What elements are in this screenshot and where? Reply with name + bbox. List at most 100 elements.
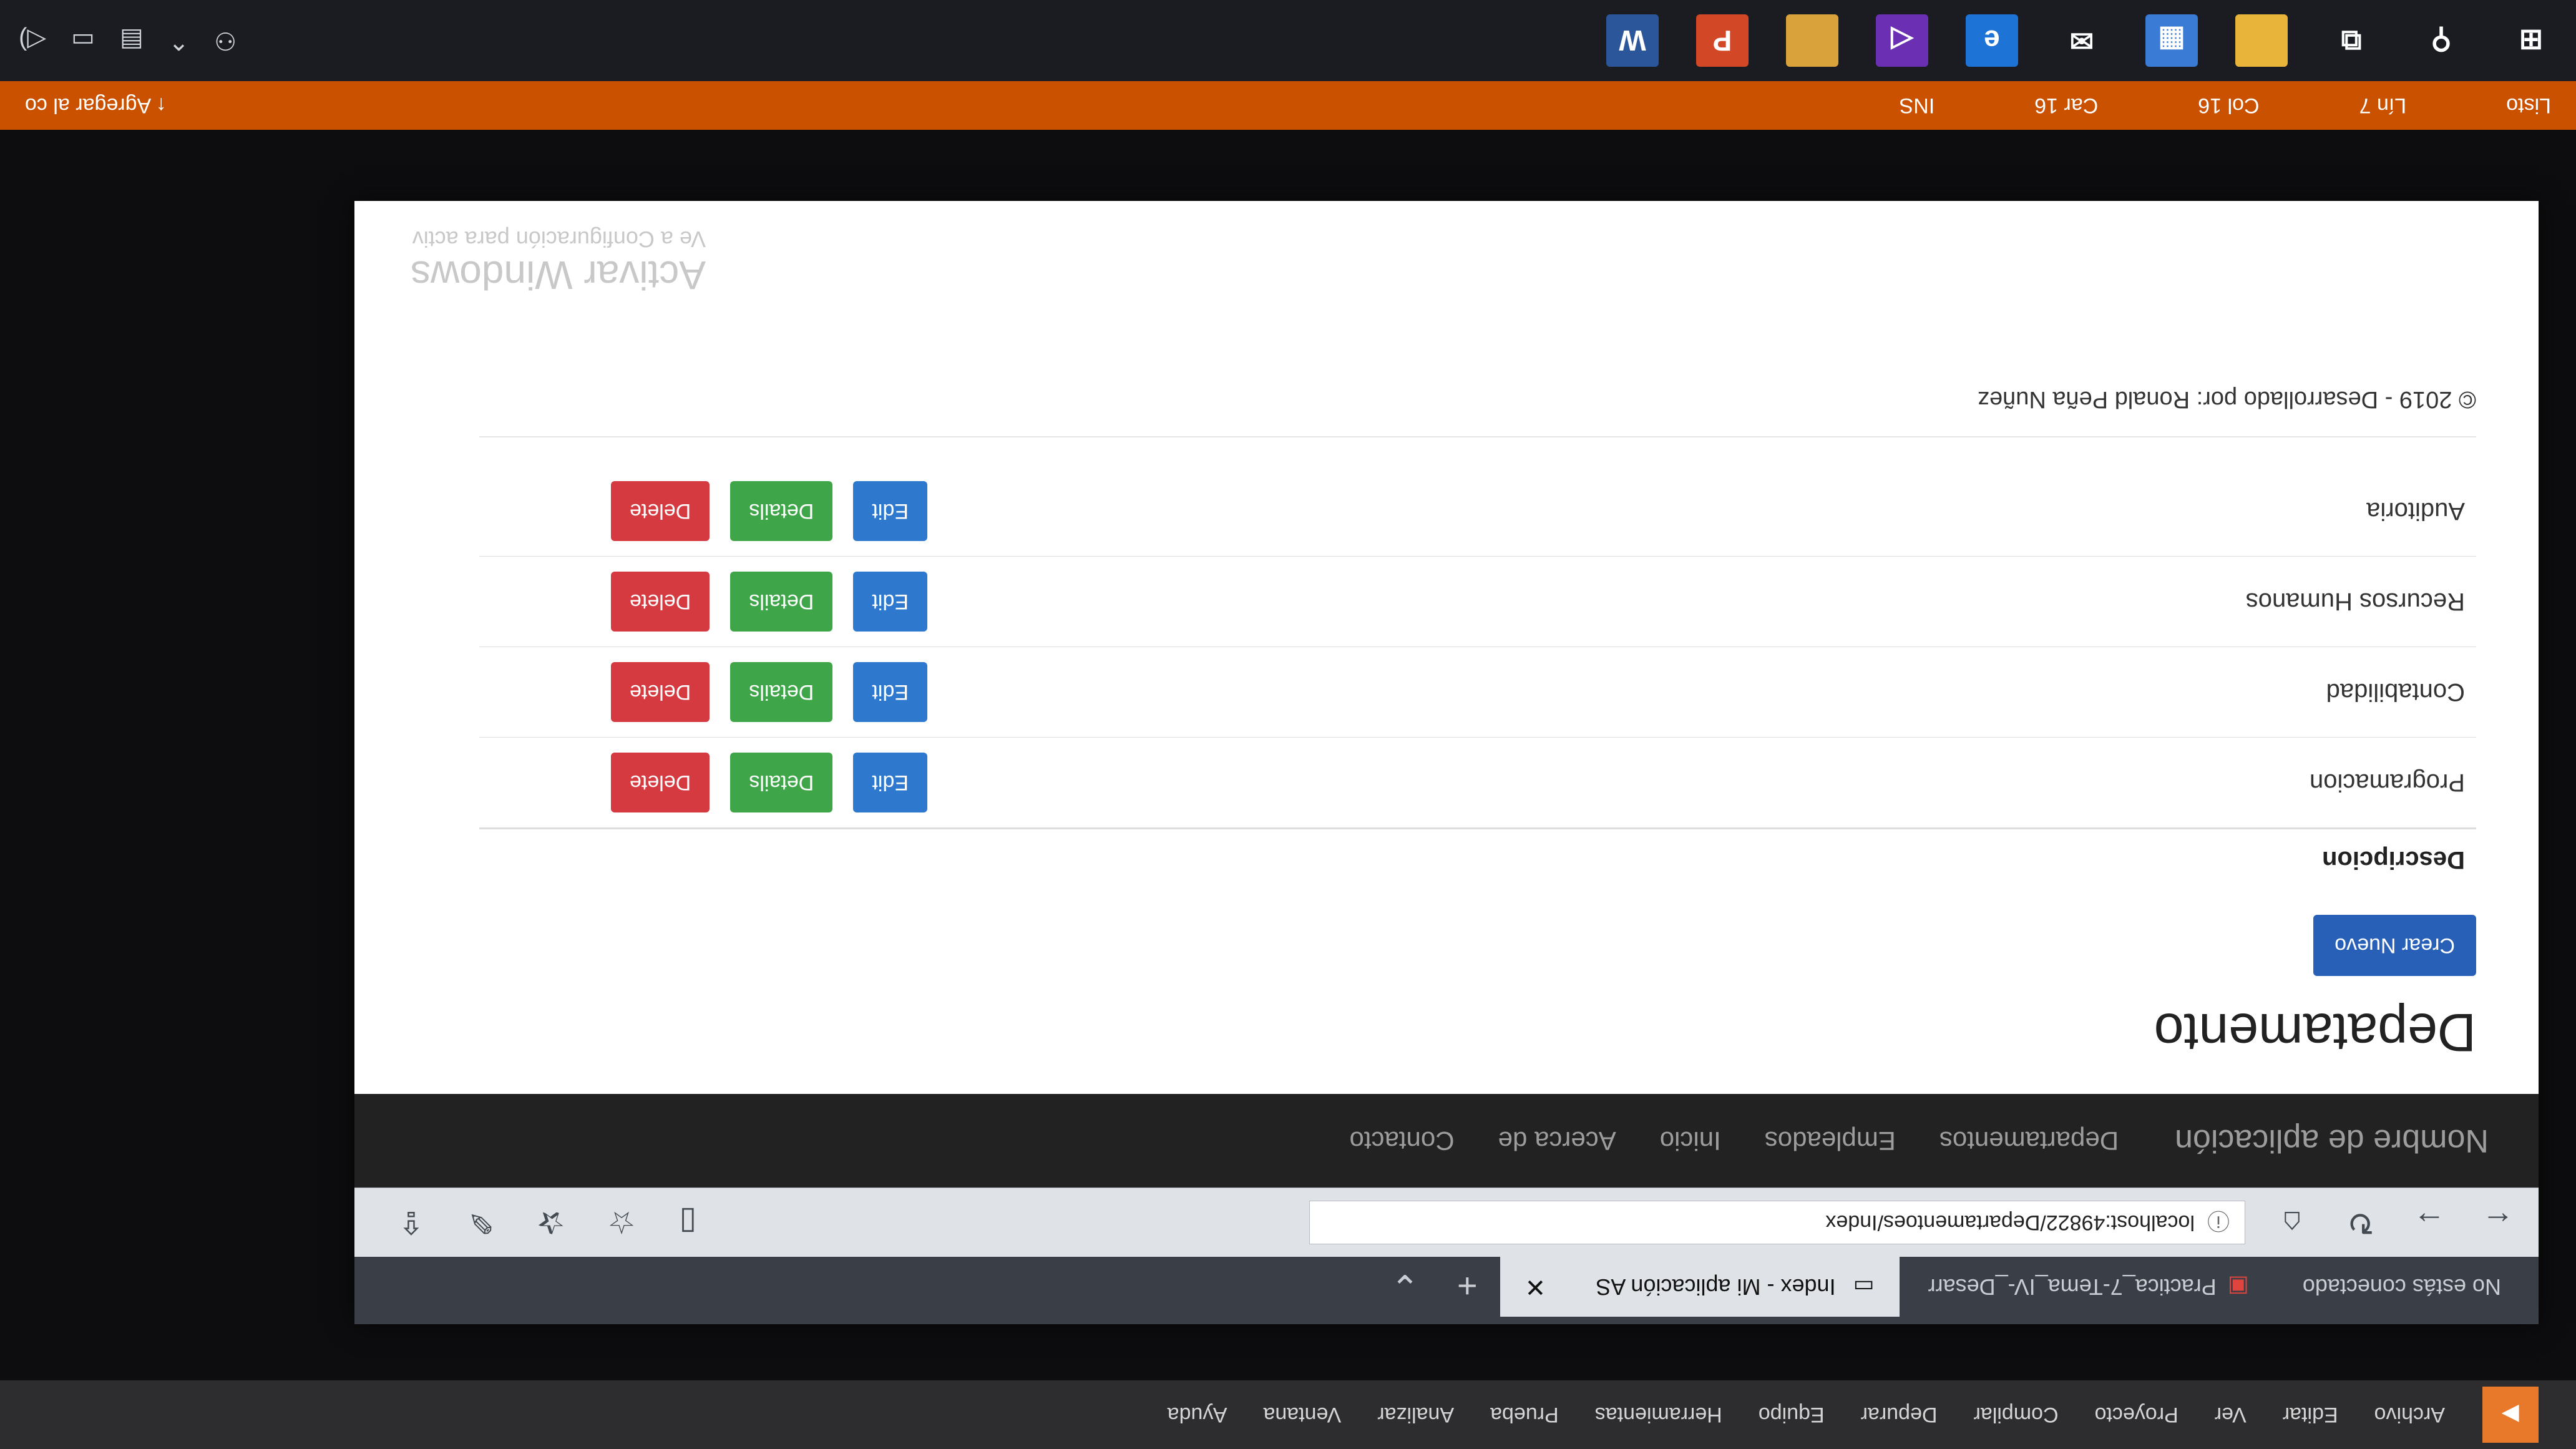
store-icon[interactable]: ▦ <box>2145 14 2198 67</box>
details-button[interactable]: Details <box>730 753 833 812</box>
rotated-photo: ▶ Archivo Editar Ver Proyecto Compilar D… <box>0 0 2576 1449</box>
site-brand-link[interactable]: Nombre de aplicación <box>2175 1122 2489 1159</box>
forward-arrow-icon[interactable]: → <box>2408 1204 2451 1241</box>
people-icon[interactable]: ⚇ <box>214 26 237 55</box>
watermark-subtitle: Ve a Configuración para activ <box>412 227 706 252</box>
edit-button[interactable]: Edit <box>853 481 927 541</box>
cell-descripcion: Auditoria <box>939 466 2476 557</box>
nav-link-acerca-de[interactable]: Acerca de <box>1498 1126 1616 1156</box>
edit-button[interactable]: Edit <box>853 662 927 722</box>
menu-item-editar[interactable]: Editar <box>2283 1403 2338 1427</box>
tab-not-connected[interactable]: No estás conectado <box>2278 1257 2526 1317</box>
back-arrow-icon[interactable]: ← <box>2476 1204 2520 1241</box>
details-button[interactable]: Details <box>730 662 833 722</box>
edit-button[interactable]: Edit <box>853 753 927 812</box>
menu-item-archivo[interactable]: Archivo <box>2374 1403 2445 1427</box>
address-url: localhost:49822/Departamentoes/Index <box>1825 1211 2195 1235</box>
tab-index[interactable]: ▭ Index - Mi aplicación AS ✕ <box>1500 1257 1900 1317</box>
source-control-label: Agregar al co <box>25 94 152 118</box>
menu-item-analizar[interactable]: Analizar <box>1377 1403 1454 1427</box>
page-content: Depatamento Crear Nuevo Descripcion Prog… <box>354 386 2539 1094</box>
chevron-down-icon[interactable]: ⌄ <box>1372 1257 1438 1317</box>
nav-link-contacto[interactable]: Contacto <box>1350 1126 1455 1156</box>
word-icon[interactable]: W <box>1606 14 1659 67</box>
nav-link-departamentos[interactable]: Departamentos <box>1939 1126 2119 1156</box>
windows-taskbar: ⊞ ⚲ ⧉ ▦ ✉ e ◁ P W ⚇ ⌃ ▤ ▭ ◁) <box>0 0 2576 81</box>
vs-status-bar: Listo Lín 7 Col 16 Car 16 INS ↑ Agregar … <box>0 81 2576 130</box>
delete-button[interactable]: Delete <box>610 481 710 541</box>
status-col: Col 16 <box>2198 94 2260 118</box>
windows-start-icon[interactable]: ⊞ <box>2505 14 2557 67</box>
table-row: Auditoria Edit Details Delete <box>479 466 2476 557</box>
footer-divider <box>479 436 2476 437</box>
tab-label: Index - Mi aplicación AS <box>1596 1274 1836 1300</box>
chevron-up-icon[interactable]: ⌃ <box>168 26 190 55</box>
nav-link-empleados[interactable]: Empleados <box>1765 1126 1896 1156</box>
delete-button[interactable]: Delete <box>610 662 710 722</box>
battery-icon[interactable]: ▭ <box>71 26 95 55</box>
close-tab-icon[interactable]: ✕ <box>1525 1272 1546 1301</box>
edge-icon[interactable]: e <box>1966 14 2018 67</box>
powerpoint-icon[interactable]: P <box>1696 14 1749 67</box>
address-bar[interactable]: ⓘ localhost:49822/Departamentoes/Index <box>1309 1201 2245 1244</box>
menu-item-compilar[interactable]: Compilar <box>1974 1403 2059 1427</box>
tab-label: Practica_7-Tema_IV-_Desarr <box>1928 1274 2217 1300</box>
cell-descripcion: Programacion <box>939 737 2476 829</box>
menu-item-proyecto[interactable]: Proyecto <box>2095 1403 2178 1427</box>
home-icon[interactable]: ⌂ <box>2270 1204 2314 1241</box>
delete-button[interactable]: Delete <box>610 572 710 632</box>
browser-tabstrip: No estás conectado ▣ Practica_7-Tema_IV-… <box>354 1257 2539 1324</box>
menu-item-prueba[interactable]: Prueba <box>1490 1403 1559 1427</box>
vs-menubar: ▶ Archivo Editar Ver Proyecto Compilar D… <box>0 1380 2576 1449</box>
menu-item-equipo[interactable]: Equipo <box>1759 1403 1825 1427</box>
new-tab-icon[interactable]: + <box>1438 1257 1496 1317</box>
system-tray: ⚇ ⌃ ▤ ▭ ◁) <box>19 26 237 55</box>
edit-button[interactable]: Edit <box>853 572 927 632</box>
search-icon[interactable]: ⚲ <box>2415 14 2467 67</box>
task-view-icon[interactable]: ⧉ <box>2325 14 2378 67</box>
page-title: Depatamento <box>2154 1002 2476 1062</box>
footer-text: © 2019 - Desarrollado por: Ronald Peña N… <box>1977 386 2476 412</box>
pen-icon[interactable]: ✎ <box>468 1204 494 1241</box>
details-button[interactable]: Details <box>730 572 833 632</box>
column-header-descripcion: Descripcion <box>939 828 2476 890</box>
table-row: Recursos Humanos Edit Details Delete <box>479 556 2476 647</box>
menu-item-ver[interactable]: Ver <box>2215 1403 2247 1427</box>
folder-icon[interactable] <box>1786 14 1838 67</box>
table-row: Contabilidad Edit Details Delete <box>479 646 2476 738</box>
cell-descripcion: Recursos Humanos <box>939 556 2476 647</box>
menu-item-ayuda[interactable]: Ayuda <box>1168 1403 1227 1427</box>
favorites-list-icon[interactable]: ✰ <box>538 1204 564 1241</box>
visual-studio-icon[interactable]: ◁ <box>1876 14 1928 67</box>
browser-toolbar: ← → ↻ ⌂ ⓘ localhost:49822/Departamentoes… <box>354 1188 2539 1257</box>
details-button[interactable]: Details <box>730 481 833 541</box>
watermark-title: Activar Windows <box>411 253 706 298</box>
menu-item-herramientas[interactable]: Herramientas <box>1595 1403 1722 1427</box>
file-explorer-icon[interactable] <box>2235 14 2288 67</box>
tab-pdf-practica[interactable]: ▣ Practica_7-Tema_IV-_Desarr <box>1903 1257 2274 1317</box>
status-car: Car 16 <box>2034 94 2099 118</box>
info-icon: ⓘ <box>2207 1208 2230 1234</box>
menu-item-ventana[interactable]: Ventana <box>1263 1403 1341 1427</box>
source-control-add[interactable]: ↑ Agregar al co <box>25 94 167 118</box>
share-icon[interactable]: ⇪ <box>398 1204 424 1241</box>
status-line: Lín 7 <box>2359 94 2407 118</box>
network-icon[interactable]: ▤ <box>120 26 144 55</box>
table-row: Programacion Edit Details Delete <box>479 737 2476 829</box>
create-new-button[interactable]: Crear Nuevo <box>2313 915 2476 976</box>
volume-icon[interactable]: ◁) <box>19 26 46 55</box>
visual-studio-logo-icon: ▶ <box>2482 1387 2539 1443</box>
status-ready: Listo <box>2506 94 2551 118</box>
site-navbar: Nombre de aplicación Departamentos Emple… <box>354 1094 2539 1188</box>
delete-button[interactable]: Delete <box>610 753 710 812</box>
reading-view-icon[interactable]: ▯ <box>680 1204 697 1241</box>
tab-label: No estás conectado <box>2302 1274 2501 1300</box>
menu-item-depurar[interactable]: Depurar <box>1861 1403 1938 1427</box>
activate-windows-watermark: Activar Windows Ve a Configuración para … <box>411 226 706 298</box>
departments-table: Descripcion Programacion Edit Details De… <box>479 466 2476 890</box>
nav-link-inicio[interactable]: Inicio <box>1660 1126 1721 1156</box>
mail-icon[interactable]: ✉ <box>2056 14 2108 67</box>
pdf-icon: ▣ <box>2227 1274 2249 1300</box>
refresh-icon[interactable]: ↻ <box>2339 1204 2383 1241</box>
favorite-star-icon[interactable]: ☆ <box>608 1204 636 1241</box>
